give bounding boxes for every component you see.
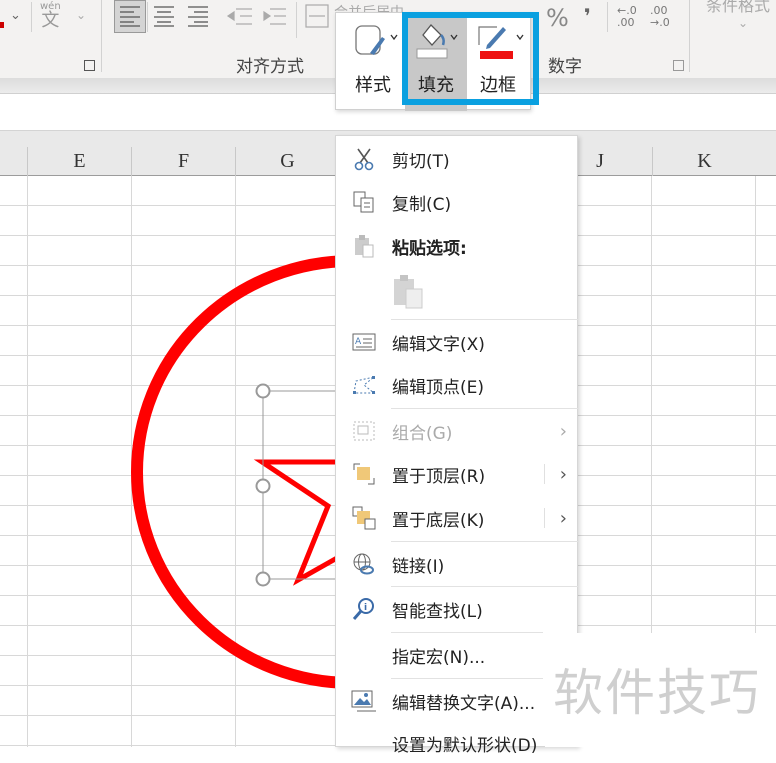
menu-item-group[interactable]: 组合(G) › [336, 411, 579, 451]
resize-handle[interactable] [255, 478, 271, 494]
bring-front-icon [336, 462, 392, 486]
menu-item-assign-macro[interactable]: 指定宏(N)... [336, 635, 579, 675]
chevron-right-icon: › [559, 420, 567, 442]
menu-label: 复制(C) [392, 194, 452, 215]
menu-label: 剪切(T) [392, 151, 450, 172]
svg-text:A: A [355, 337, 362, 347]
style-label: 样式 [355, 75, 391, 96]
menu-label: 智能查找(L) [392, 601, 483, 622]
menu-item-cut[interactable]: 剪切(T) [336, 139, 579, 179]
menu-item-send-to-back[interactable]: 置于底层(K) › [336, 498, 579, 538]
menu-label: 粘贴选项: [392, 238, 467, 259]
menu-label: 设置为默认形状(D) [392, 735, 538, 756]
highlight-box [402, 12, 539, 105]
menu-label: 置于底层(K) [392, 510, 485, 531]
paste-icon [336, 234, 392, 258]
menu-heading-paste-options: 粘贴选项: [336, 226, 579, 266]
menu-item-link[interactable]: 链接(I) [336, 544, 579, 584]
svg-text:i: i [364, 603, 367, 613]
menu-label: 链接(I) [392, 556, 445, 577]
menu-label: 编辑文字(X) [392, 334, 485, 355]
send-back-icon [336, 506, 392, 530]
chevron-right-icon[interactable]: › [560, 508, 567, 529]
menu-item-edit-text[interactable]: A 编辑文字(X) [336, 322, 579, 362]
link-icon [336, 552, 392, 576]
resize-handle[interactable] [255, 571, 271, 587]
menu-label: 置于顶层(R) [392, 466, 486, 487]
shape-style-icon [355, 25, 398, 55]
paste-keep-icon [394, 275, 423, 309]
menu-item-smart-lookup[interactable]: i 智能查找(L) [336, 589, 579, 629]
menu-label: 编辑替换文字(A)... [392, 693, 536, 714]
edit-text-icon: A [336, 332, 392, 352]
edit-points-icon [336, 375, 392, 395]
menu-label: 组合(G) [392, 423, 453, 444]
alt-text-icon [336, 689, 392, 713]
menu-label: 编辑顶点(E) [392, 377, 485, 398]
menu-label: 指定宏(N)... [392, 647, 486, 668]
watermark: 软件技巧 [545, 633, 776, 747]
smart-lookup-icon: i [336, 597, 392, 621]
menu-item-edit-points[interactable]: 编辑顶点(E) [336, 365, 579, 405]
style-button[interactable]: 样式 [342, 13, 404, 111]
paste-option-button[interactable] [392, 274, 426, 314]
menu-item-set-default-shape[interactable]: 设置为默认形状(D) [336, 723, 579, 763]
scissors-icon [336, 147, 392, 171]
resize-handle[interactable] [255, 383, 271, 399]
menu-item-copy[interactable]: 复制(C) [336, 182, 579, 222]
menu-item-bring-to-front[interactable]: 置于顶层(R) › [336, 454, 579, 494]
copy-icon [336, 191, 392, 213]
chevron-right-icon[interactable]: › [560, 464, 567, 485]
menu-item-alt-text[interactable]: 编辑替换文字(A)... [336, 681, 579, 721]
group-icon [336, 420, 392, 442]
context-menu: 剪切(T) 复制(C) 粘贴选项: A 编辑文字(X) 编辑顶点(E) 组合(G… [335, 135, 579, 756]
